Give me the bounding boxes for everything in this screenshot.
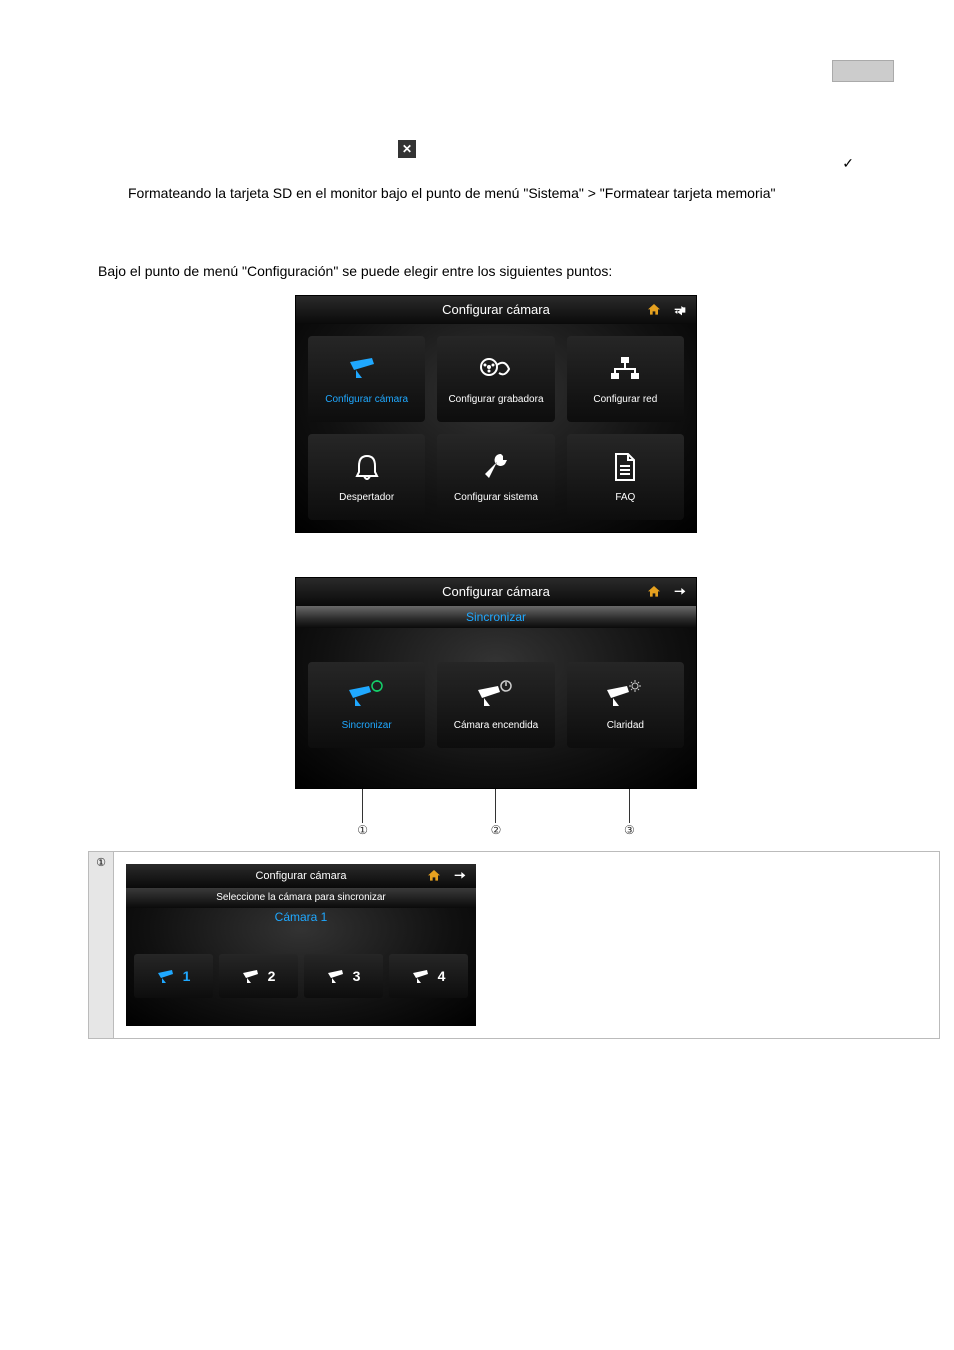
steps-table: ① Configurar cámara Seleccione la cámara…: [88, 851, 940, 1039]
tile-faq[interactable]: FAQ: [567, 434, 684, 520]
camera-slot-1[interactable]: 1: [134, 954, 213, 998]
paragraph-2: Bajo el punto de menú "Configuración" se…: [98, 263, 838, 279]
network-icon: [609, 352, 641, 386]
camera-sync-icon: [347, 678, 387, 712]
bell-icon: [353, 450, 381, 484]
home-icon[interactable]: [646, 584, 662, 600]
screenshot-sync-menu: Configurar cámara Sincronizar Sincroniza…: [295, 577, 697, 789]
camera-power-icon: [476, 678, 516, 712]
check-icon: ✓: [842, 155, 854, 172]
screen2-title: Configurar cámara: [442, 584, 550, 599]
tile-brightness[interactable]: Claridad: [567, 662, 684, 748]
tile-camera-on[interactable]: Cámara encendida: [437, 662, 554, 748]
camera-slot-2[interactable]: 2: [219, 954, 298, 998]
tile-sync[interactable]: Sincronizar: [308, 662, 425, 748]
step-number: ①: [89, 852, 114, 1038]
camera-slot-3[interactable]: 3: [304, 954, 383, 998]
screenshot-select-camera: Configurar cámara Seleccione la cámara p…: [126, 864, 476, 1026]
home-icon[interactable]: [646, 302, 662, 318]
reel-icon: [479, 352, 513, 386]
camera-icon: [348, 352, 386, 386]
home-icon[interactable]: [426, 868, 442, 884]
tile-config-system[interactable]: Configurar sistema: [437, 434, 554, 520]
screen2-subtitle: Sincronizar: [296, 606, 696, 628]
screen3-sub1: Seleccione la cámara para sincronizar: [126, 888, 476, 908]
screen3-sub2: Cámara 1: [126, 908, 476, 926]
tile-config-recorder[interactable]: Configurar grabadora: [437, 336, 554, 422]
camera-brightness-icon: [605, 678, 645, 712]
back-icon[interactable]: [672, 584, 688, 600]
paragraph-1: Formateando la tarjeta SD en el monitor …: [128, 184, 868, 203]
page-number-box: [832, 60, 894, 82]
screenshot-config-menu: Configurar cámara Configurar cámara Conf…: [295, 295, 697, 533]
document-icon: [612, 450, 638, 484]
back-icon[interactable]: [452, 868, 468, 884]
callout-markers: ① ② ③: [296, 789, 696, 837]
wrench-icon: [481, 450, 511, 484]
tile-config-camera[interactable]: Configurar cámara: [308, 336, 425, 422]
screen1-title: Configurar cámara: [442, 302, 550, 317]
x-icon: ✕: [398, 140, 416, 158]
back-icon[interactable]: [672, 302, 688, 318]
camera-slot-4[interactable]: 4: [389, 954, 468, 998]
screen3-title: Configurar cámara: [255, 870, 346, 882]
tile-config-network[interactable]: Configurar red: [567, 336, 684, 422]
tile-alarm[interactable]: Despertador: [308, 434, 425, 520]
